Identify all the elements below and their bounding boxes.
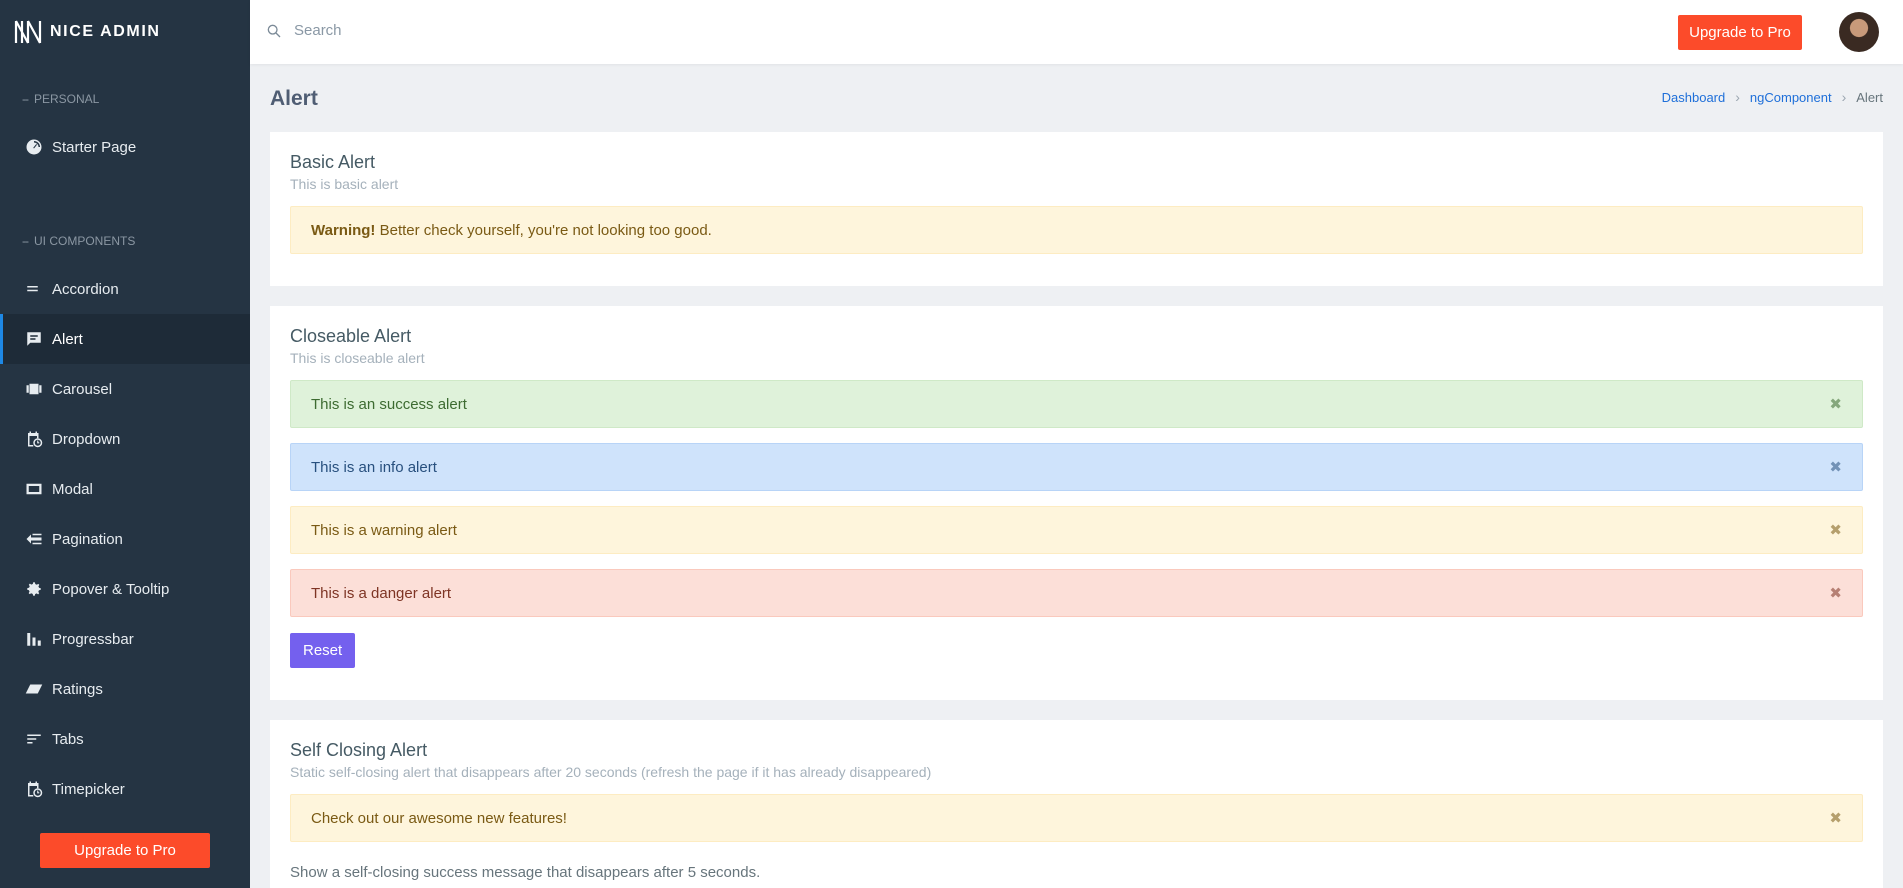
breadcrumb: Dashboard › ngComponent › Alert [1662, 89, 1883, 105]
close-icon[interactable]: ✖ [1829, 809, 1842, 827]
sidebar-item-dropdown[interactable]: Dropdown [0, 414, 250, 464]
card-title: Closeable Alert [290, 326, 412, 346]
topbar: Upgrade to Pro [250, 0, 1903, 64]
self-closing-alert-card: Self Closing Alert Static self-closing a… [270, 720, 1883, 888]
sidebar-item-label: Popover & Tooltip [52, 580, 170, 598]
sidebar-item-label: Carousel [52, 380, 113, 398]
calendar-clock-icon [24, 429, 44, 449]
breadcrumb-dashboard[interactable]: Dashboard [1662, 90, 1726, 105]
comment-alert-icon [24, 329, 44, 349]
sidebar: NICE ADMIN -- PERSONAL Starter Page -- UI … [0, 0, 250, 888]
nav-caption-personal: -- PERSONAL [22, 92, 100, 106]
carousel-icon [24, 379, 44, 399]
alert-text: This is a warning alert [311, 521, 457, 539]
sidebar-item-modal[interactable]: Modal [0, 464, 250, 514]
avatar[interactable] [1839, 12, 1879, 52]
sidebar-upgrade-button[interactable]: Upgrade to Pro [40, 833, 210, 868]
card-subtitle: Static self-closing alert that disappear… [290, 764, 932, 780]
danger-alert: This is a danger alert ✖ [290, 569, 1863, 617]
brand-logo-icon [14, 20, 42, 44]
menu-icon [24, 279, 44, 299]
chevron-right-icon: › [1735, 89, 1740, 105]
sidebar-item-label: Ratings [52, 680, 103, 698]
card-subtitle: This is closeable alert [290, 350, 425, 366]
sidebar-item-progressbar[interactable]: Progressbar [0, 614, 250, 664]
page-title: Alert [270, 87, 318, 110]
closeable-alert-card: Closeable Alert This is closeable alert … [270, 306, 1883, 700]
success-alert: This is an success alert ✖ [290, 380, 1863, 428]
card-title: Basic Alert [290, 152, 376, 172]
sidebar-item-timepicker[interactable]: Timepicker [0, 764, 250, 814]
card-subtitle: This is basic alert [290, 176, 399, 192]
sidebar-item-tabs[interactable]: Tabs [0, 714, 250, 764]
sidebar-item-ratings[interactable]: Ratings [0, 664, 250, 714]
gauge-icon [24, 137, 44, 157]
sidebar-item-label: Alert [52, 330, 83, 348]
sidebar-item-label: Tabs [52, 730, 84, 748]
close-icon[interactable]: ✖ [1829, 521, 1842, 539]
sidebar-item-label: Starter Page [52, 138, 137, 156]
alert-strong: Warning! [311, 221, 376, 239]
search-input[interactable] [294, 22, 694, 39]
search-icon[interactable] [266, 23, 282, 39]
bar-chart-icon [24, 629, 44, 649]
arrow-left-list-icon [24, 529, 44, 549]
close-icon[interactable]: ✖ [1829, 395, 1842, 413]
alert-text: Check out our awesome new features! [311, 809, 567, 827]
sidebar-item-label: Progressbar [52, 630, 134, 648]
close-icon[interactable]: ✖ [1829, 584, 1842, 602]
gear-icon [24, 579, 44, 599]
sidebar-item-popover-tooltip[interactable]: Popover & Tooltip [0, 564, 250, 614]
calendar-clock-icon [24, 779, 44, 799]
breadcrumb-current: Alert [1856, 89, 1883, 105]
sidebar-item-label: Accordion [52, 280, 119, 298]
alert-text: This is a danger alert [311, 584, 452, 602]
alert-text: Better check yourself, you're not lookin… [375, 221, 712, 239]
sidebar-item-label: Pagination [52, 530, 123, 548]
sidebar-item-accordion[interactable]: Accordion [0, 264, 250, 314]
self-closing-alert: Check out our awesome new features! ✖ [290, 794, 1863, 842]
warning-alert: This is a warning alert ✖ [290, 506, 1863, 554]
basic-alert-card: Basic Alert This is basic alert Warning!… [270, 132, 1883, 286]
sidebar-item-label: Dropdown [52, 430, 121, 448]
sort-lines-icon [24, 729, 44, 749]
alert-text: This is an info alert [311, 458, 437, 476]
basic-warning-alert: Warning! Better check yourself, you're n… [290, 206, 1863, 254]
brand[interactable]: NICE ADMIN [0, 0, 250, 64]
topbar-upgrade-button[interactable]: Upgrade to Pro [1678, 15, 1802, 50]
parallelogram-icon [24, 679, 44, 699]
window-icon [24, 479, 44, 499]
sidebar-item-label: Modal [52, 480, 93, 498]
close-icon[interactable]: ✖ [1829, 458, 1842, 476]
sidebar-item-alert[interactable]: Alert [0, 314, 250, 364]
sidebar-item-starter-page[interactable]: Starter Page [0, 122, 250, 172]
breadcrumb-ngcomponent[interactable]: ngComponent [1750, 90, 1832, 105]
nav-caption-ui-components: -- UI COMPONENTS [22, 234, 136, 248]
chevron-right-icon: › [1841, 89, 1847, 105]
sidebar-item-pagination[interactable]: Pagination [0, 514, 250, 564]
self-closing-note: Show a self-closing success message that… [290, 864, 761, 881]
alert-text: This is an success alert [311, 395, 467, 413]
search-box [266, 22, 694, 39]
card-title: Self Closing Alert [290, 740, 428, 760]
info-alert: This is an info alert ✖ [290, 443, 1863, 491]
brand-name: NICE ADMIN [50, 23, 161, 40]
sidebar-item-label: Timepicker [52, 780, 125, 798]
reset-button[interactable]: Reset [290, 633, 356, 668]
sidebar-item-carousel[interactable]: Carousel [0, 364, 250, 414]
